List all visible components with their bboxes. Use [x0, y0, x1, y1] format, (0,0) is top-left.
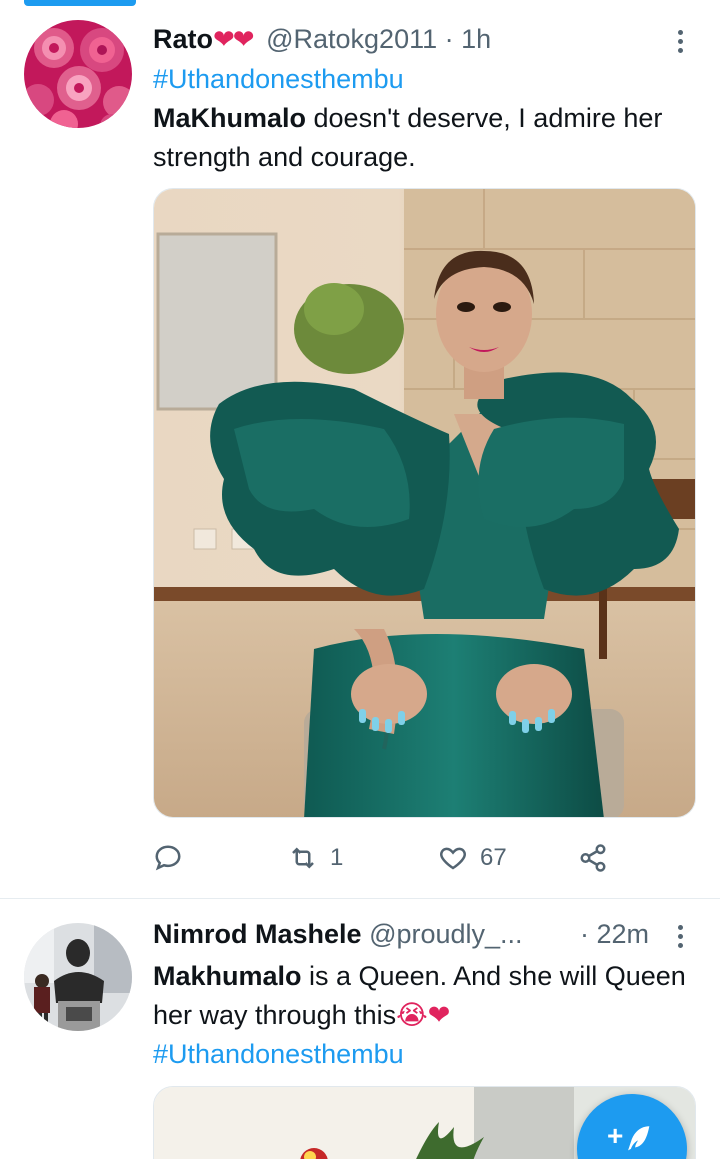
- tweet-image[interactable]: [153, 188, 696, 818]
- author-handle[interactable]: @proudly_...: [369, 919, 522, 949]
- timestamp[interactable]: 22m: [597, 919, 650, 949]
- tweet-time: · 22m: [580, 917, 649, 951]
- retweet-count: 1: [330, 844, 344, 871]
- tweet-text: #Uthandonesthembu MaKhumalo doesn't dese…: [153, 60, 690, 177]
- tweet-actions: 1 67: [153, 840, 623, 876]
- reply-button[interactable]: [153, 840, 195, 876]
- author-handle[interactable]: @Ratokg2011: [266, 24, 437, 54]
- like-count: 67: [480, 844, 507, 871]
- tweet-header: Rato❤❤ @Ratokg2011 · 1h: [153, 22, 660, 56]
- avatar[interactable]: [24, 923, 132, 1031]
- heart-icon: [440, 847, 466, 870]
- hashtag-link[interactable]: #Uthandonesthembu: [153, 1035, 690, 1074]
- like-button[interactable]: 67: [438, 840, 507, 876]
- hashtag-link[interactable]: #Uthandonesthembu: [153, 60, 690, 99]
- separator: ·: [444, 24, 454, 54]
- tweet[interactable]: Rato❤❤ @Ratokg2011 · 1h #Uthandonesthemb…: [0, 8, 720, 898]
- author-name[interactable]: Nimrod Mashele: [153, 919, 362, 949]
- retweet-button[interactable]: 1: [288, 840, 343, 876]
- separator: ·: [580, 919, 589, 949]
- retweet-icon: [292, 847, 314, 869]
- feather-icon: [628, 1126, 650, 1151]
- more-options-icon[interactable]: [668, 919, 692, 953]
- mention-bold: MaKhumalo: [153, 103, 307, 133]
- share-button[interactable]: [578, 840, 608, 876]
- timestamp[interactable]: 1h: [461, 24, 491, 54]
- share-icon: [580, 844, 606, 872]
- heart-emoji: ❤❤: [213, 24, 255, 54]
- reply-icon: [155, 845, 181, 871]
- mention-bold: Makhumalo: [153, 961, 302, 991]
- more-options-icon[interactable]: [668, 24, 692, 58]
- crying-heart-emoji: 😭❤: [396, 1000, 451, 1030]
- tweet-text: Makhumalo is a Queen. And she will Queen…: [153, 957, 690, 1074]
- author-name[interactable]: Rato: [153, 24, 213, 54]
- avatar[interactable]: [24, 20, 132, 128]
- tab-indicator: [24, 0, 136, 6]
